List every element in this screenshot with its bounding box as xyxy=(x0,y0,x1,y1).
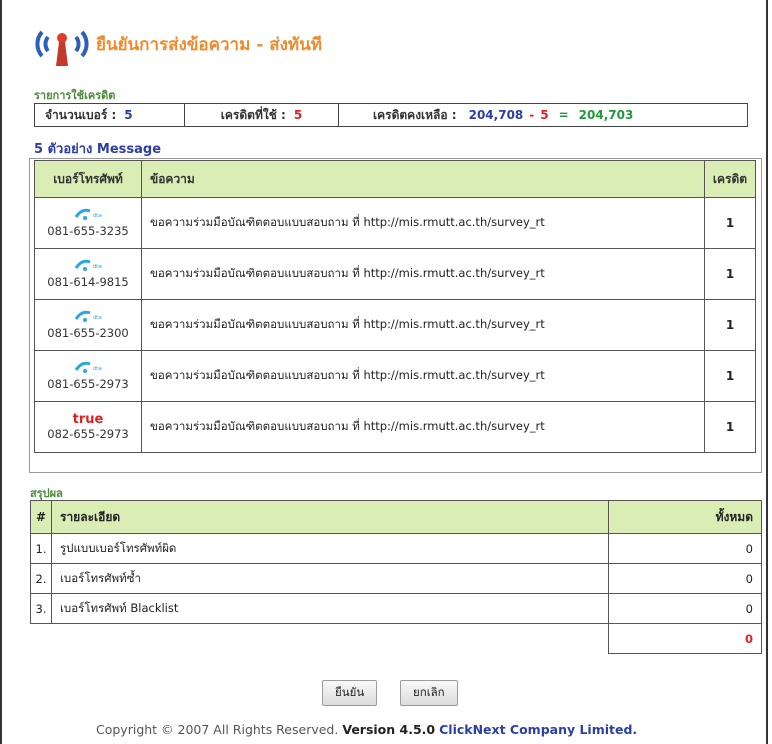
phone-number: 082-655-2973 xyxy=(47,427,129,441)
row-detail: เบอร์โทรศัพท์ซ้ำ xyxy=(51,563,609,594)
table-row: dtac 081-655-2973 ขอความร่วมมือบัณฑิตตอบ… xyxy=(34,350,756,402)
phone-cell: dtac 081-614-9815 xyxy=(34,248,142,300)
message-table-header: เบอร์โทรศัพท์ ข้อความ เครดิต xyxy=(34,160,756,198)
message-text: ขอความร่วมมือบัณฑิตตอบแบบสอบถาม ที่ http… xyxy=(141,299,705,351)
credit-used-value: 5 xyxy=(293,108,303,122)
phone-number: 081-655-2973 xyxy=(47,377,129,391)
table-row: dtac 081-655-2300 ขอความร่วมมือบัณฑิตตอบ… xyxy=(34,299,756,351)
equals-sign: = xyxy=(558,108,569,122)
dtac-logo-icon: dtac xyxy=(74,259,102,271)
svg-text:dtac: dtac xyxy=(93,213,102,219)
row-value: 0 xyxy=(608,593,762,624)
dtac-logo-icon: dtac xyxy=(74,208,102,220)
dtac-logo-icon: dtac xyxy=(74,310,102,322)
credit-used-cell: เครดิตที่ใช้ : 5 xyxy=(185,104,339,126)
row-number: 1. xyxy=(30,533,52,564)
number-count-label: จำนวนเบอร์ : xyxy=(45,107,117,122)
svg-text:dtac: dtac xyxy=(93,366,102,372)
summary-table: # รายละเอียด ทั้งหมด 1. รูปแบบเบอร์โทรศั… xyxy=(30,500,762,654)
page-title: ยืนยันการส่งข้อความ - ส่งทันที xyxy=(96,34,322,55)
credit-value: 1 xyxy=(704,299,756,351)
credit-value: 1 xyxy=(704,401,756,453)
phone-number: 081-655-3235 xyxy=(47,224,129,238)
company-link[interactable]: ClickNext Company Limited. xyxy=(439,722,637,737)
footer: Copyright © 2007 All Rights Reserved. Ve… xyxy=(96,722,637,737)
credit-value: 1 xyxy=(704,350,756,402)
row-number: 3. xyxy=(30,593,52,624)
phone-cell: dtac 081-655-2300 xyxy=(34,299,142,351)
phone-cell: true 082-655-2973 xyxy=(34,401,142,453)
summary-total-row: 0 xyxy=(30,623,762,654)
column-header-message: ข้อความ xyxy=(141,160,705,198)
antenna-icon xyxy=(35,30,89,66)
copyright-text: Copyright © 2007 All Rights Reserved. xyxy=(96,722,339,737)
message-text: ขอความร่วมมือบัณฑิตตอบแบบสอบถาม ที่ http… xyxy=(141,350,705,402)
number-count-cell: จำนวนเบอร์ : 5 xyxy=(35,104,185,126)
credit-value: 1 xyxy=(704,197,756,249)
svg-text:dtac: dtac xyxy=(93,315,102,321)
row-detail: เบอร์โทรศัพท์ Blacklist xyxy=(51,593,609,624)
message-preview-title: 5 ตัวอย่าง Message xyxy=(34,142,162,157)
table-row: true 082-655-2973 ขอความร่วมมือบัณฑิตตอบ… xyxy=(34,401,756,453)
credit-remaining-after: 204,703 xyxy=(578,108,634,122)
column-header-detail: รายละเอียด xyxy=(51,500,609,534)
minus-sign: - xyxy=(529,108,535,122)
column-header-credit: เครดิต xyxy=(704,160,756,198)
row-detail: รูปแบบเบอร์โทรศัพท์ผิด xyxy=(51,533,609,564)
column-header-total: ทั้งหมด xyxy=(608,500,762,534)
credit-remaining-before: 204,708 xyxy=(468,108,524,122)
credit-remaining-label: เครดิตคงเหลือ : xyxy=(373,107,457,122)
credit-used-label: เครดิตที่ใช้ : xyxy=(220,107,286,122)
confirm-button[interactable]: ยืนยัน xyxy=(322,680,378,706)
column-header-number: # xyxy=(30,500,52,534)
svg-text:dtac: dtac xyxy=(93,264,102,270)
version-text: Version 4.5.0 xyxy=(342,722,436,737)
column-header-phone: เบอร์โทรศัพท์ xyxy=(34,160,142,198)
dtac-logo-icon: dtac xyxy=(74,361,102,373)
credit-summary-bar: จำนวนเบอร์ : 5 เครดิตที่ใช้ : 5 เครดิตคง… xyxy=(34,103,748,127)
credit-value: 1 xyxy=(704,248,756,300)
table-row: 3. เบอร์โทรศัพท์ Blacklist 0 xyxy=(30,593,762,624)
summary-total-value: 0 xyxy=(608,623,762,654)
window-frame-right xyxy=(766,0,768,744)
window-frame-left xyxy=(0,0,2,744)
credit-remaining-used: 5 xyxy=(540,108,549,122)
message-text: ขอความร่วมมือบัณฑิตตอบแบบสอบถาม ที่ http… xyxy=(141,401,705,453)
row-value: 0 xyxy=(608,533,762,564)
message-text: ขอความร่วมมือบัณฑิตตอบแบบสอบถาม ที่ http… xyxy=(141,197,705,249)
row-value: 0 xyxy=(608,563,762,594)
table-row: dtac 081-614-9815 ขอความร่วมมือบัณฑิตตอบ… xyxy=(34,248,756,300)
page-header: ยืนยันการส่งข้อความ - ส่งทันที xyxy=(34,22,322,66)
number-count-value: 5 xyxy=(124,108,133,122)
credit-section-label: รายการใช้เครดิต xyxy=(34,89,116,102)
phone-number: 081-655-2300 xyxy=(47,326,129,340)
table-row: dtac 081-655-3235 ขอความร่วมมือบัณฑิตตอบ… xyxy=(34,197,756,249)
true-logo-icon: true xyxy=(72,412,104,427)
table-row: 2. เบอร์โทรศัพท์ซ้ำ 0 xyxy=(30,563,762,594)
cancel-button[interactable]: ยกเลิก xyxy=(400,680,458,706)
message-table: เบอร์โทรศัพท์ ข้อความ เครดิต dtac 081-65… xyxy=(34,160,756,453)
phone-cell: dtac 081-655-2973 xyxy=(34,350,142,402)
row-number: 2. xyxy=(30,563,52,594)
summary-table-header: # รายละเอียด ทั้งหมด xyxy=(30,500,762,534)
message-text: ขอความร่วมมือบัณฑิตตอบแบบสอบถาม ที่ http… xyxy=(141,248,705,300)
table-row: 1. รูปแบบเบอร์โทรศัพท์ผิด 0 xyxy=(30,533,762,564)
phone-cell: dtac 081-655-3235 xyxy=(34,197,142,249)
phone-number: 081-614-9815 xyxy=(47,275,129,289)
credit-remaining-cell: เครดิตคงเหลือ : 204,708 - 5 = 204,703 xyxy=(339,104,747,126)
